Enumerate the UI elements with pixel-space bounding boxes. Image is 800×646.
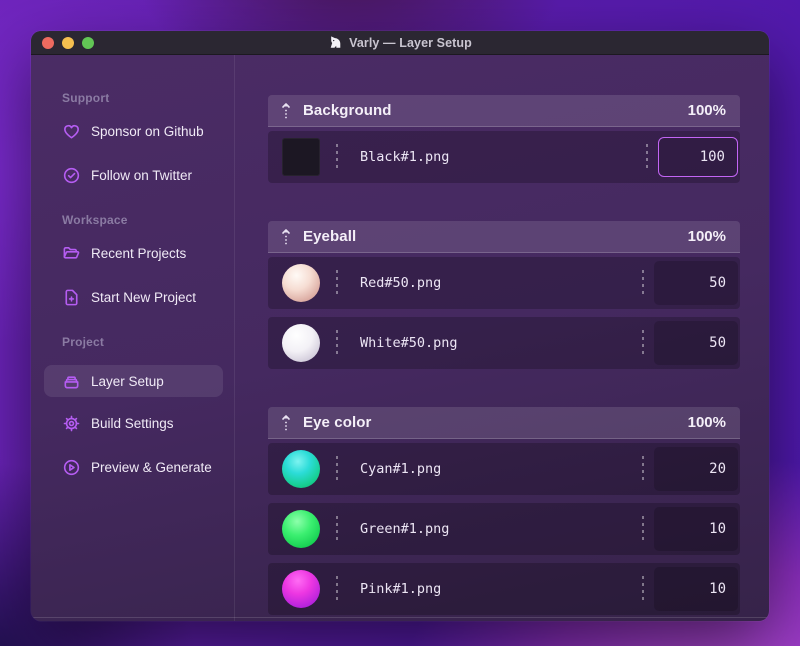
red-sphere-thumbnail <box>282 264 320 302</box>
traffic-lights <box>31 36 94 49</box>
sidebar-item-label: Build Settings <box>91 415 174 431</box>
sidebar-section: Project Layer Setup Build Settings Previ… <box>31 335 234 477</box>
sidebar-section: Support Sponsor on Github Follow on Twit… <box>31 91 234 185</box>
layer-filename: Pink#1.png <box>360 581 442 597</box>
layer-group-header[interactable]: Eye color 100% <box>268 407 740 439</box>
layer-group-rows: Cyan#1.png Green#1.png Pink#1.png <box>268 443 740 615</box>
layer-filename: Green#1.png <box>360 521 450 537</box>
sidebar-section-items: Recent Projects Start New Project <box>31 243 234 307</box>
divider <box>642 270 644 296</box>
sidebar-item-label: Start New Project <box>91 289 197 305</box>
sidebar-item-sponsor-github[interactable]: Sponsor on Github <box>62 121 234 141</box>
sidebar-item-label: Preview & Generate <box>91 459 212 475</box>
sidebar-item-label: Recent Projects <box>91 245 187 261</box>
divider <box>646 144 648 170</box>
layer-row[interactable]: Green#1.png <box>268 503 740 555</box>
divider <box>642 516 644 542</box>
folder-icon <box>62 244 81 263</box>
unicorn-icon <box>328 35 343 50</box>
layer-group: Eye color 100% Cyan#1.png Green#1.png Pi… <box>268 407 740 615</box>
divider <box>642 576 644 602</box>
sidebar-item-label: Layer Setup <box>91 373 164 389</box>
app-window: Varly — Layer Setup Support Sponsor on G… <box>31 31 769 621</box>
layer-value-input[interactable] <box>654 321 738 365</box>
divider <box>336 330 338 356</box>
white-sphere-thumbnail <box>282 324 320 362</box>
layer-group-weight: 100% <box>687 102 726 119</box>
title-area: Varly — Layer Setup <box>31 31 769 54</box>
divider <box>642 330 644 356</box>
layer-row[interactable]: Red#50.png <box>268 257 740 309</box>
layer-group: Background 100% Black#1.png <box>268 95 740 183</box>
divider <box>336 576 338 602</box>
layer-group-rows: Red#50.png White#50.png <box>268 257 740 369</box>
layer-group-rows: Black#1.png <box>268 131 740 183</box>
layer-row[interactable]: Cyan#1.png <box>268 443 740 495</box>
sidebar-section-label: Workspace <box>62 213 128 227</box>
sidebar-section-items: Layer Setup Build Settings Preview & Gen… <box>31 365 234 477</box>
sidebar-item-layer-setup[interactable]: Layer Setup <box>44 365 223 397</box>
divider <box>336 516 338 542</box>
layer-group-header[interactable]: Background 100% <box>268 95 740 127</box>
pink-sphere-thumbnail <box>282 570 320 608</box>
green-sphere-thumbnail <box>282 510 320 548</box>
layer-row[interactable]: White#50.png <box>268 317 740 369</box>
layer-row[interactable]: Pink#1.png <box>268 563 740 615</box>
divider <box>336 144 338 170</box>
titlebar[interactable]: Varly — Layer Setup <box>31 31 769 55</box>
check-badge-icon <box>62 166 81 185</box>
sidebar-item-start-new-project[interactable]: Start New Project <box>62 287 234 307</box>
sidebar-item-follow-twitter[interactable]: Follow on Twitter <box>62 165 234 185</box>
minimize-button[interactable] <box>62 36 74 49</box>
window-body: Support Sponsor on Github Follow on Twit… <box>31 55 769 621</box>
layer-filename: White#50.png <box>360 335 458 351</box>
drag-handle-icon[interactable] <box>281 102 291 120</box>
layer-group-weight: 100% <box>687 414 726 431</box>
document-plus-icon <box>62 288 81 307</box>
layer-value-input[interactable] <box>658 137 738 177</box>
layer-value-input[interactable] <box>654 567 738 611</box>
close-button[interactable] <box>42 36 54 49</box>
sidebar-section-items: Sponsor on Github Follow on Twitter <box>31 121 234 185</box>
sidebar-section: Workspace Recent Projects Start New Proj… <box>31 213 234 307</box>
sidebar-item-build-settings[interactable]: Build Settings <box>62 413 234 433</box>
layer-group: Eyeball 100% Red#50.png White#50.png <box>268 221 740 369</box>
layer-list: Background 100% Black#1.png Eyeball 100% <box>235 55 769 621</box>
layer-row[interactable]: Black#1.png <box>268 131 740 183</box>
drag-handle-icon[interactable] <box>281 228 291 246</box>
desktop-wallpaper: Varly — Layer Setup Support Sponsor on G… <box>0 0 800 646</box>
gear-icon <box>62 414 81 433</box>
layer-group-title: Background <box>303 102 392 119</box>
window-title: Varly — Layer Setup <box>349 35 472 50</box>
layer-group-title: Eyeball <box>303 228 357 245</box>
sidebar-item-preview-generate[interactable]: Preview & Generate <box>62 457 234 477</box>
divider <box>336 270 338 296</box>
sidebar-item-recent-projects[interactable]: Recent Projects <box>62 243 234 263</box>
sidebar-item-label: Follow on Twitter <box>91 167 193 183</box>
sidebar-item-label: Sponsor on Github <box>91 123 204 139</box>
layer-filename: Cyan#1.png <box>360 461 442 477</box>
sidebar: Support Sponsor on Github Follow on Twit… <box>31 55 235 621</box>
black-square-thumbnail <box>282 138 320 176</box>
layer-group-weight: 100% <box>687 228 726 245</box>
layer-group-header[interactable]: Eyeball 100% <box>268 221 740 253</box>
heart-icon <box>62 122 81 141</box>
layer-value-input[interactable] <box>654 507 738 551</box>
drag-handle-icon[interactable] <box>281 414 291 432</box>
layers-icon <box>62 372 81 391</box>
layer-value-input[interactable] <box>654 261 738 305</box>
layer-groups: Background 100% Black#1.png Eyeball 100% <box>268 95 740 615</box>
layer-filename: Red#50.png <box>360 275 442 291</box>
divider <box>336 456 338 482</box>
divider <box>642 456 644 482</box>
play-circle-icon <box>62 458 81 477</box>
layer-value-input[interactable] <box>654 447 738 491</box>
sidebar-section-label: Support <box>62 91 110 105</box>
layer-filename: Black#1.png <box>360 149 450 165</box>
sidebar-section-label: Project <box>62 335 105 349</box>
zoom-button[interactable] <box>82 36 94 49</box>
cyan-sphere-thumbnail <box>282 450 320 488</box>
sidebar-sections: Support Sponsor on Github Follow on Twit… <box>31 91 234 477</box>
layer-group-title: Eye color <box>303 414 372 431</box>
